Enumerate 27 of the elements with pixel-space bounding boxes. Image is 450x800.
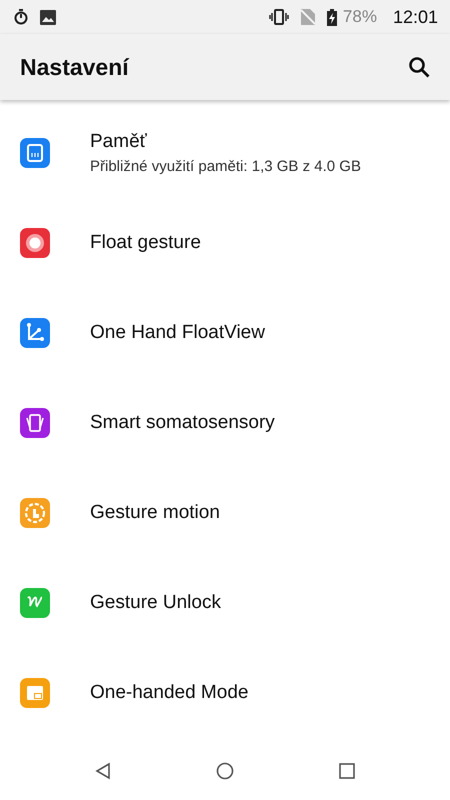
settings-item[interactable]: Smart somatosensory	[0, 378, 450, 468]
item-title: Smart somatosensory	[90, 412, 275, 434]
settings-item[interactable]: Gesture Unlock	[0, 558, 450, 648]
settings-item[interactable]: One-handed Mode	[0, 648, 450, 738]
back-icon[interactable]	[95, 762, 111, 780]
item-title: Gesture motion	[90, 502, 220, 524]
settings-item[interactable]: Float gesture	[0, 198, 450, 288]
settings-item[interactable]: One Hand FloatView	[0, 288, 450, 378]
no-sim-icon	[300, 9, 315, 25]
clock-time: 12:01	[392, 6, 438, 28]
battery-percent: 78%	[342, 7, 377, 27]
home-icon[interactable]	[216, 762, 234, 780]
recents-icon[interactable]	[339, 763, 355, 779]
screen-title: Nastavení	[20, 54, 129, 80]
stopwatch-icon	[14, 9, 28, 25]
search-icon[interactable]	[408, 56, 430, 78]
image-icon	[40, 10, 56, 24]
item-title: Float gesture	[90, 232, 201, 254]
battery-charging-icon	[326, 8, 337, 26]
item-title: Gesture Unlock	[90, 592, 221, 614]
item-title: One-handed Mode	[90, 682, 248, 704]
item-title: One Hand FloatView	[90, 322, 265, 344]
settings-item[interactable]: Gesture motion	[0, 468, 450, 558]
vibrate-icon	[268, 9, 289, 25]
settings-item[interactable]: Paměť Přibližné využití paměti: 1,3 GB z 4.0 GB	[0, 108, 450, 198]
item-title: Paměť	[90, 131, 148, 153]
item-summary: Přibližné využití paměti: 1,3 GB z 4.0 GB	[90, 158, 361, 175]
